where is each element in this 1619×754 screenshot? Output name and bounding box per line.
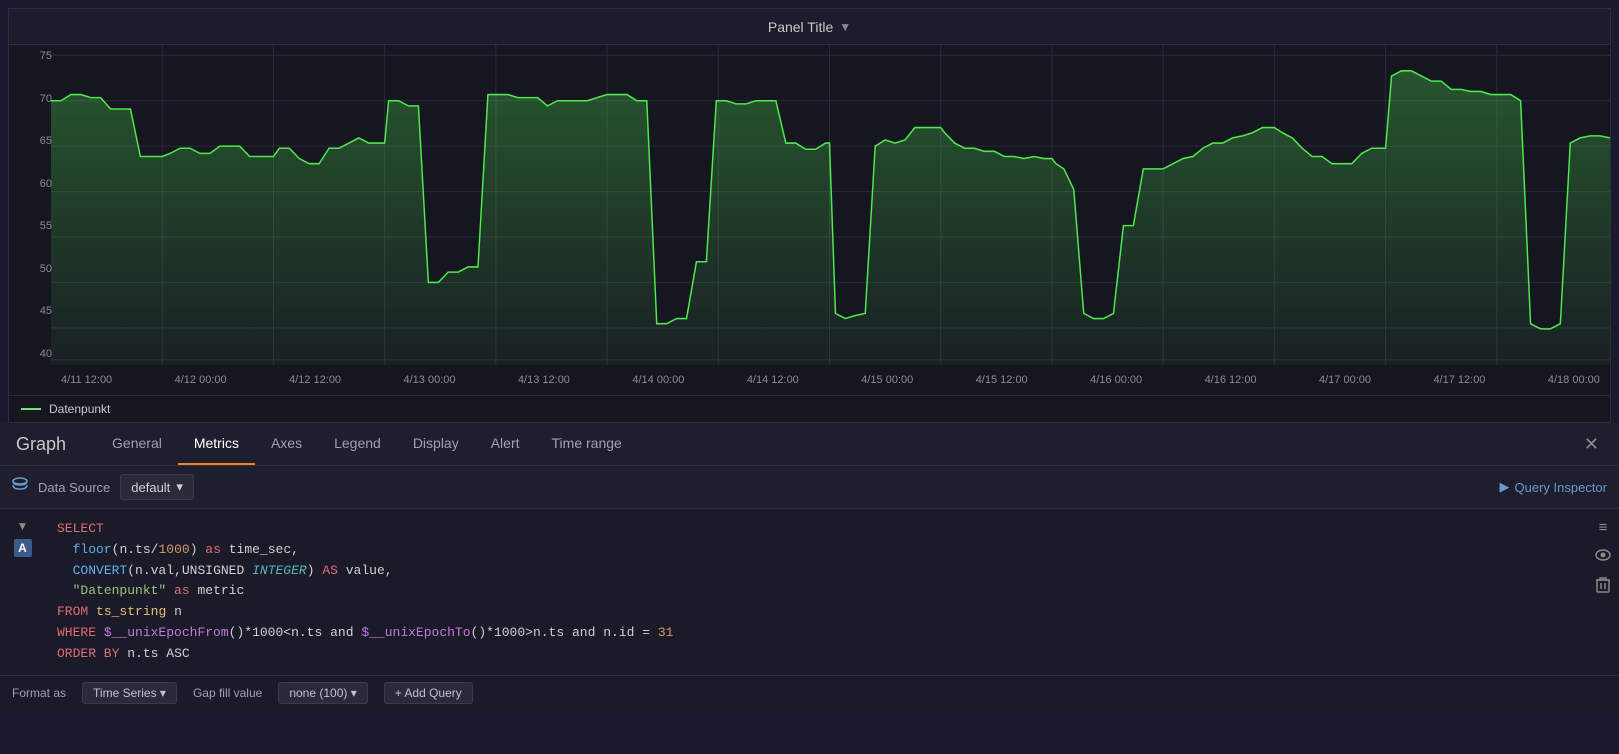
x-label-13: 4/17 12:00: [1433, 374, 1485, 386]
fn-convert: CONVERT: [73, 563, 128, 578]
chart-svg-container: [51, 45, 1610, 365]
format-select[interactable]: Time Series ▾: [82, 682, 177, 704]
code-line-7: ORDER BY n.ts ASC: [57, 644, 1575, 665]
query-inspector-arrow-icon: ▶: [1500, 479, 1510, 495]
tab-legend[interactable]: Legend: [318, 423, 397, 465]
y-label-75: 75: [17, 50, 52, 62]
panel-title-text: Panel Title: [768, 19, 833, 35]
query-id-badge: A: [14, 539, 32, 557]
y-label-60: 60: [17, 178, 52, 190]
x-label-3: 4/12 12:00: [289, 374, 341, 386]
x-label-4: 4/13 00:00: [404, 374, 456, 386]
x-label-1: 4/11 12:00: [61, 374, 112, 386]
tab-alert[interactable]: Alert: [475, 423, 536, 465]
chart-panel: Panel Title ▼ 75 70 65 60 55 50 45 40: [8, 8, 1611, 423]
y-label-65: 65: [17, 135, 52, 147]
code-line-1: SELECT: [57, 519, 1575, 540]
x-label-11: 4/16 12:00: [1205, 374, 1257, 386]
query-inspector-button[interactable]: ▶ Query Inspector: [1500, 479, 1608, 495]
code-line-2: floor(n.ts/1000) as time_sec,: [57, 540, 1575, 561]
query-badge-area: ▼ A: [0, 509, 45, 675]
code-line-6: WHERE $__unixEpochFrom()*1000<n.ts and $…: [57, 623, 1575, 644]
datasource-icon: [12, 477, 28, 498]
query-menu-icon[interactable]: ≡: [1599, 519, 1608, 536]
add-query-button[interactable]: + Add Query: [384, 682, 473, 704]
y-label-45: 45: [17, 305, 52, 317]
chart-legend: Datenpunkt: [9, 395, 1610, 422]
datasource-value: default: [131, 480, 170, 495]
panel-title[interactable]: Panel Title ▼: [768, 19, 851, 35]
datasource-select[interactable]: default ▾: [120, 474, 194, 500]
y-axis: 75 70 65 60 55 50 45 40: [9, 45, 51, 365]
legend-label: Datenpunkt: [49, 402, 110, 416]
query-eye-icon[interactable]: [1595, 548, 1611, 565]
gap-fill-label: Gap fill value: [193, 686, 262, 700]
query-actions: ≡: [1587, 509, 1619, 675]
y-label-50: 50: [17, 263, 52, 275]
datasource-dropdown-icon: ▾: [176, 479, 183, 495]
x-label-9: 4/15 12:00: [976, 374, 1028, 386]
gap-fill-select[interactable]: none (100) ▾: [278, 682, 367, 704]
panel-type-label: Graph: [16, 424, 86, 465]
code-line-3: CONVERT(n.val,UNSIGNED INTEGER) AS value…: [57, 561, 1575, 582]
datasource-bar: Data Source default ▾ ▶ Query Inspector: [0, 466, 1619, 509]
query-inspector-label: Query Inspector: [1515, 480, 1608, 495]
x-label-6: 4/14 00:00: [632, 374, 684, 386]
query-options-row: Format as Time Series ▾ Gap fill value n…: [0, 675, 1619, 710]
query-delete-icon[interactable]: [1596, 577, 1610, 597]
query-editor-area: ▼ A SELECT floor(n.ts/1000) as time_sec,…: [0, 509, 1619, 675]
x-label-12: 4/17 00:00: [1319, 374, 1371, 386]
x-label-8: 4/15 00:00: [861, 374, 913, 386]
tab-time-range[interactable]: Time range: [536, 423, 638, 465]
x-axis: 4/11 12:00 4/12 00:00 4/12 12:00 4/13 00…: [51, 365, 1610, 395]
format-label: Format as: [12, 686, 66, 700]
panel-header: Panel Title ▼: [9, 9, 1610, 45]
datasource-label: Data Source: [38, 480, 110, 495]
x-label-7: 4/14 12:00: [747, 374, 799, 386]
y-label-55: 55: [17, 220, 52, 232]
x-label-10: 4/16 00:00: [1090, 374, 1142, 386]
x-label-5: 4/13 12:00: [518, 374, 570, 386]
code-editor[interactable]: SELECT floor(n.ts/1000) as time_sec, CON…: [45, 509, 1587, 675]
panel-title-dropdown-icon[interactable]: ▼: [839, 20, 851, 34]
tab-display[interactable]: Display: [397, 423, 475, 465]
chart-area: 75 70 65 60 55 50 45 40: [9, 45, 1610, 395]
y-label-40: 40: [17, 348, 52, 360]
code-line-4: "Datenpunkt" as metric: [57, 581, 1575, 602]
x-label-2: 4/12 00:00: [175, 374, 227, 386]
chart-svg: [51, 45, 1610, 365]
kw-select: SELECT: [57, 521, 104, 536]
legend-color-line: [21, 408, 41, 410]
query-collapse-arrow[interactable]: ▼: [17, 519, 29, 533]
tab-axes[interactable]: Axes: [255, 423, 318, 465]
close-panel-button[interactable]: ✕: [1580, 434, 1603, 455]
x-label-14: 4/18 00:00: [1548, 374, 1600, 386]
tabs-bar: Graph General Metrics Axes Legend Displa…: [0, 423, 1619, 466]
fn-floor: floor: [73, 542, 112, 557]
tab-metrics[interactable]: Metrics: [178, 423, 255, 465]
y-label-70: 70: [17, 93, 52, 105]
code-line-5: FROM ts_string n: [57, 602, 1575, 623]
tab-general[interactable]: General: [96, 423, 178, 465]
